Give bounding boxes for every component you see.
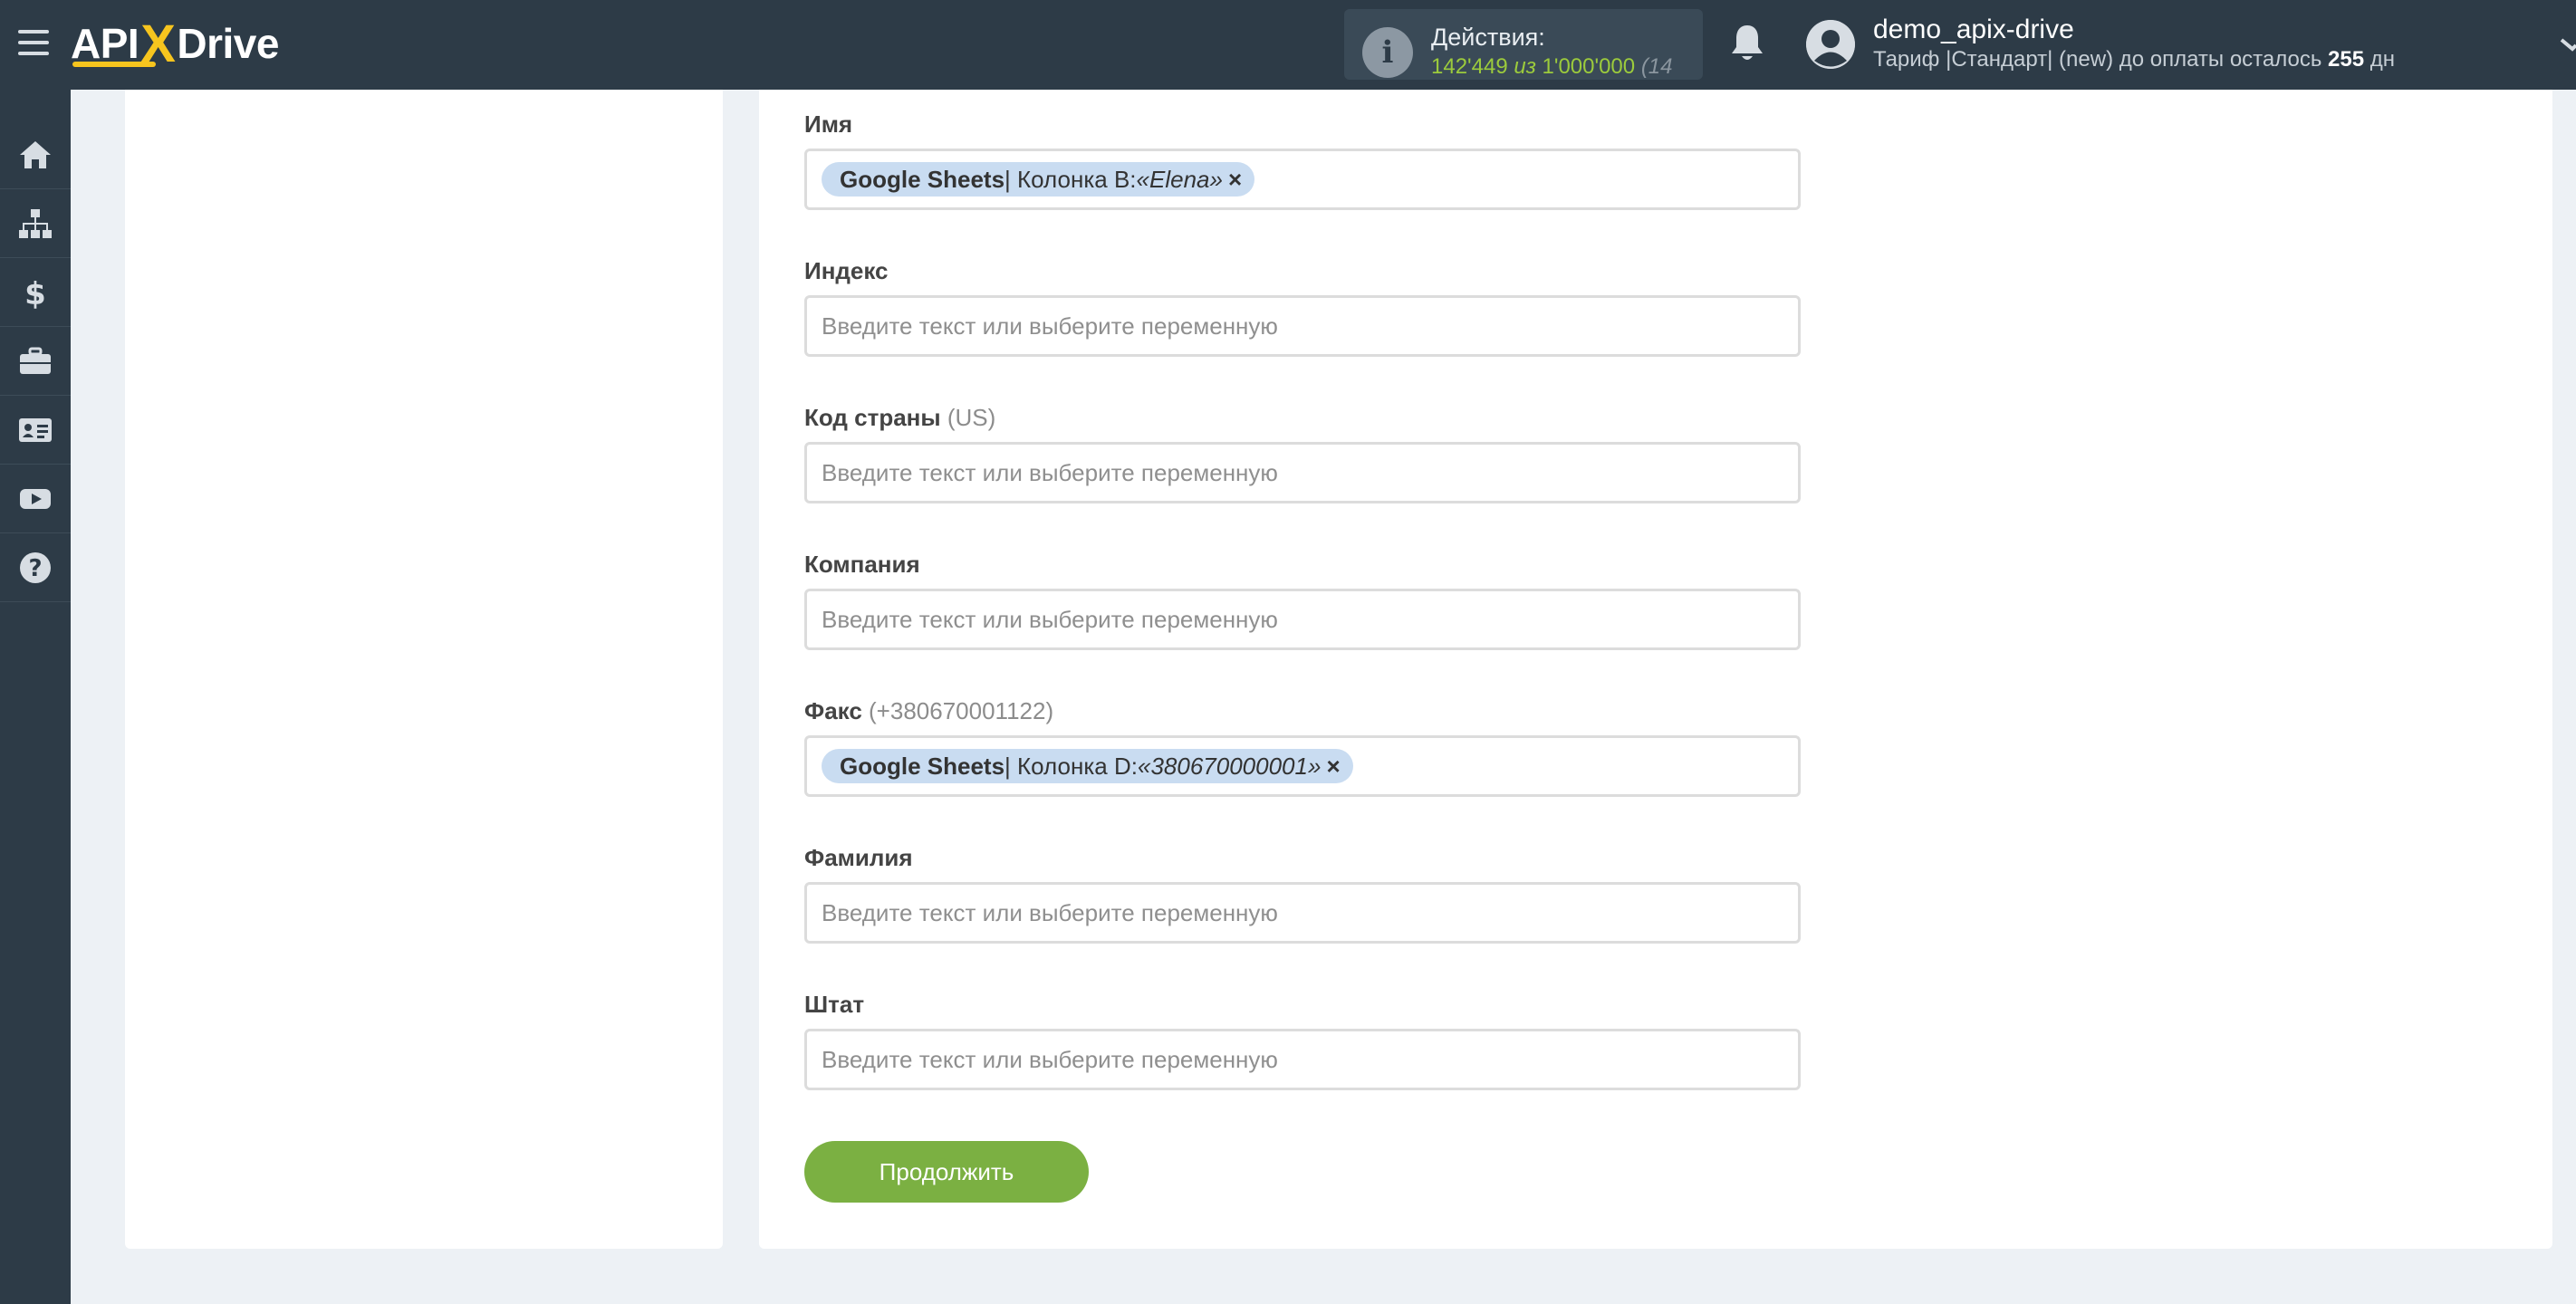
variable-tag[interactable]: Google Sheets | Колонка B: «Elena» ×	[822, 162, 1255, 197]
tag-column: | Колонка B:	[1004, 165, 1137, 193]
plan-days: 255	[2328, 47, 2365, 72]
field-hint: (+380670001122)	[869, 697, 1054, 724]
dollar-icon: $	[24, 276, 46, 310]
field-label-text: Имя	[804, 110, 853, 138]
close-icon[interactable]: ×	[1228, 166, 1242, 194]
youtube-icon	[20, 488, 51, 509]
actions-used: 142'449	[1431, 54, 1508, 79]
avatar[interactable]	[1806, 20, 1855, 69]
home-icon	[20, 140, 51, 168]
actions-total: 1'000'000	[1542, 54, 1636, 79]
field-label-text: Факс	[804, 697, 862, 724]
plan-text: Тариф |Стандарт| (new) до оплаты осталос…	[1873, 47, 2322, 72]
field-label-text: Код страны	[804, 404, 941, 431]
sidebar: $ ?	[0, 90, 71, 1304]
plan-info: Тариф |Стандарт| (new) до оплаты осталос…	[1873, 47, 2395, 72]
id-card-icon	[19, 417, 52, 442]
user-icon	[1806, 20, 1855, 69]
country-code-field[interactable]: Введите текст или выберите переменную	[804, 442, 1801, 503]
index-field[interactable]: Введите текст или выберите переменную	[804, 295, 1801, 357]
field-label-text: Фамилия	[804, 844, 913, 871]
tag-source: Google Sheets	[840, 752, 1005, 780]
menu-icon[interactable]	[18, 30, 49, 57]
bell-icon[interactable]	[1730, 24, 1764, 63]
field-label-country-code: Код страны (US)	[804, 404, 995, 432]
actions-of: из	[1514, 54, 1536, 79]
close-icon[interactable]: ×	[1326, 753, 1340, 781]
state-field[interactable]: Введите текст или выберите переменную	[804, 1029, 1801, 1090]
company-field[interactable]: Введите текст или выберите переменную	[804, 589, 1801, 650]
sidebar-item-home[interactable]	[0, 120, 71, 189]
name-field[interactable]: Google Sheets | Колонка B: «Elena» ×	[804, 149, 1801, 210]
fax-field[interactable]: Google Sheets | Колонка D: «380670000001…	[804, 735, 1801, 797]
briefcase-icon	[20, 347, 51, 374]
field-placeholder: Введите текст или выберите переменную	[822, 458, 1278, 486]
field-placeholder: Введите текст или выберите переменную	[822, 605, 1278, 633]
info-icon: i	[1362, 27, 1413, 78]
logo-text-api: API	[71, 20, 139, 67]
field-placeholder: Введите текст или выберите переменную	[822, 898, 1278, 926]
field-label-fax: Факс (+380670001122)	[804, 697, 1053, 725]
variable-tag[interactable]: Google Sheets | Колонка D: «380670000001…	[822, 749, 1353, 783]
actions-extra: (14	[1640, 54, 1673, 79]
sitemap-icon	[19, 208, 52, 238]
tag-column: | Колонка D:	[1004, 752, 1138, 780]
last-name-field[interactable]: Введите текст или выберите переменную	[804, 882, 1801, 944]
sidebar-item-help[interactable]: ?	[0, 533, 71, 602]
field-hint: (US)	[947, 404, 996, 431]
left-panel	[125, 90, 723, 1249]
tag-value: «Elena»	[1136, 165, 1223, 193]
actions-label: Действия:	[1431, 24, 1545, 51]
actions-values: 142'449 из 1'000'000 (14	[1431, 54, 1673, 80]
svg-text:?: ?	[28, 555, 42, 582]
plan-days-unit: дн	[2369, 47, 2396, 72]
sidebar-item-video[interactable]	[0, 465, 71, 533]
field-label-index: Индекс	[804, 257, 889, 285]
sidebar-item-billing[interactable]: $	[0, 258, 71, 327]
sidebar-item-connections[interactable]	[0, 189, 71, 258]
user-name[interactable]: demo_apix-drive	[1873, 14, 2074, 45]
tag-value: «380670000001»	[1137, 752, 1322, 780]
field-placeholder: Введите текст или выберите переменную	[822, 1045, 1278, 1073]
field-label-text: Штат	[804, 991, 865, 1018]
field-label-name: Имя	[804, 110, 852, 139]
tag-source: Google Sheets	[840, 165, 1005, 193]
svg-text:$: $	[24, 276, 46, 310]
field-label-state: Штат	[804, 991, 864, 1019]
field-label-company: Компания	[804, 551, 920, 579]
field-label-text: Компания	[804, 551, 920, 578]
sidebar-item-services[interactable]	[0, 327, 71, 396]
logo-underline	[72, 62, 156, 67]
field-label-last-name: Фамилия	[804, 844, 913, 872]
logo-text-drive: Drive	[177, 20, 279, 67]
field-placeholder: Введите текст или выберите переменную	[822, 312, 1278, 340]
continue-button[interactable]: Продолжить	[804, 1141, 1089, 1203]
chevron-down-icon[interactable]	[2560, 33, 2576, 54]
top-bar: API X Drive i Действия: 142'449 из 1'000'0…	[0, 0, 2576, 90]
actions-counter[interactable]: i Действия: 142'449 из 1'000'000 (14	[1344, 9, 1703, 80]
sidebar-item-profile[interactable]	[0, 396, 71, 465]
help-icon: ?	[20, 551, 51, 583]
field-label-text: Индекс	[804, 257, 889, 284]
